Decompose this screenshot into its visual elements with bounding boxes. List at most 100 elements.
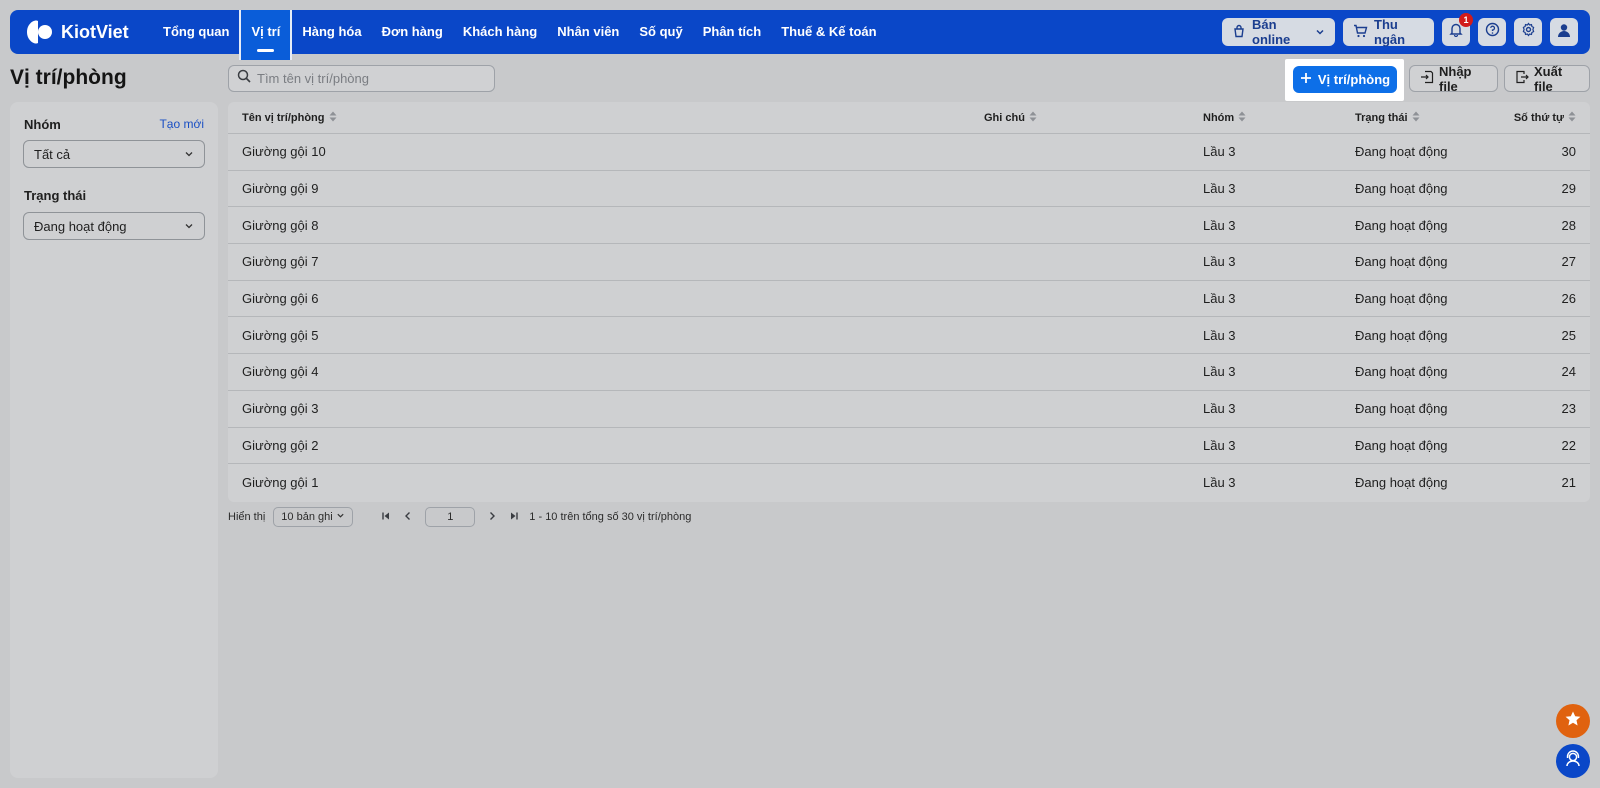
table-row[interactable]: Giường gội 1 Lầu 3 Đang hoạt động 21 — [228, 464, 1590, 501]
cell-order: 29 — [1561, 181, 1576, 197]
search-icon — [237, 69, 251, 88]
sort-icon — [1029, 111, 1037, 125]
cell-group: Lầu 3 — [1203, 437, 1236, 453]
table-row[interactable]: Giường gội 6 Lầu 3 Đang hoạt động 26 — [228, 281, 1590, 318]
account-button[interactable] — [1550, 18, 1578, 46]
notification-badge: 1 — [1459, 13, 1473, 27]
nav-actions: Bán online Thu ngân 1 — [1222, 13, 1578, 47]
page-number-input[interactable]: 1 — [425, 507, 476, 527]
main-menu: Tổng quan Vị trí Hàng hóa Đơn hàng Khách… — [153, 10, 887, 60]
ban-online-button[interactable]: Bán online — [1222, 17, 1335, 47]
last-page-button[interactable] — [503, 507, 525, 527]
brand[interactable]: KiotViet — [23, 17, 153, 47]
header-status[interactable]: Trạng thái — [1355, 111, 1420, 125]
help-icon — [1485, 22, 1500, 42]
cell-group: Lầu 3 — [1203, 254, 1236, 270]
search-box[interactable] — [228, 65, 495, 92]
header-status-label: Trạng thái — [1355, 111, 1408, 124]
cell-status: Đang hoạt động — [1355, 291, 1448, 307]
nav-phan-tich[interactable]: Phân tích — [693, 10, 772, 54]
nav-khach-hang[interactable]: Khách hàng — [453, 10, 547, 54]
filter-sidebar: Nhóm Tạo mới Tất cả Trạng thái Đang hoạt… — [10, 102, 218, 778]
page-size-select[interactable]: 10 bản ghi — [273, 507, 354, 527]
nav-thue-ke-toan[interactable]: Thuế & Kế toán — [771, 10, 886, 54]
header-order[interactable]: Số thứ tự — [1514, 111, 1576, 125]
sort-icon — [1412, 111, 1420, 125]
cell-order: 24 — [1561, 364, 1576, 380]
next-page-button[interactable] — [481, 507, 503, 527]
table-row[interactable]: Giường gội 10 Lầu 3 Đang hoạt động 30 — [228, 134, 1590, 171]
cell-order: 23 — [1561, 401, 1576, 417]
thu-ngan-label: Thu ngân — [1374, 17, 1406, 47]
table-row[interactable]: Giường gội 2 Lầu 3 Đang hoạt động 22 — [228, 428, 1590, 465]
nav-so-quy[interactable]: Số quỹ — [629, 10, 692, 54]
search-input[interactable] — [257, 71, 477, 86]
table-row[interactable]: Giường gội 4 Lầu 3 Đang hoạt động 24 — [228, 354, 1590, 391]
create-group-link[interactable]: Tạo mới — [159, 117, 204, 131]
sort-icon — [1568, 111, 1576, 125]
table-row[interactable]: Giường gội 9 Lầu 3 Đang hoạt động 29 — [228, 171, 1590, 208]
status-select-value: Đang hoạt động — [34, 218, 127, 234]
favorite-fab[interactable] — [1556, 704, 1590, 738]
thu-ngan-button[interactable]: Thu ngân — [1343, 17, 1434, 47]
kiotviet-logo-icon — [23, 17, 53, 47]
cell-name: Giường gội 8 — [242, 217, 319, 233]
cell-status: Đang hoạt động — [1355, 181, 1448, 197]
table-row[interactable]: Giường gội 5 Lầu 3 Đang hoạt động 25 — [228, 317, 1590, 355]
cell-order: 30 — [1561, 144, 1576, 160]
top-navbar: KiotViet Tổng quan Vị trí Hàng hóa Đơn h… — [10, 10, 1590, 60]
chevron-down-icon — [184, 219, 194, 234]
export-file-label: Xuất file — [1534, 63, 1563, 94]
add-location-button[interactable]: Vị trí/phòng — [1293, 66, 1397, 93]
nav-hang-hoa[interactable]: Hàng hóa — [292, 10, 371, 54]
status-filter-label: Trạng thái — [24, 188, 87, 203]
cell-order: 22 — [1561, 437, 1576, 453]
group-select[interactable]: Tất cả — [23, 140, 205, 168]
cell-group: Lầu 3 — [1203, 291, 1236, 307]
chevron-down-icon — [1315, 25, 1325, 40]
cell-status: Đang hoạt động — [1355, 475, 1448, 491]
cell-status: Đang hoạt động — [1355, 327, 1448, 343]
table-row[interactable]: Giường gội 7 Lầu 3 Đang hoạt động 27 — [228, 244, 1590, 281]
settings-button[interactable] — [1514, 18, 1542, 46]
gear-icon — [1521, 22, 1536, 42]
cell-name: Giường gội 6 — [242, 291, 319, 307]
status-select[interactable]: Đang hoạt động — [23, 212, 205, 240]
notification-button[interactable]: 1 — [1442, 13, 1473, 46]
prev-page-button[interactable] — [397, 507, 419, 527]
cell-order: 21 — [1561, 475, 1576, 491]
cell-status: Đang hoạt động — [1355, 217, 1448, 233]
cell-name: Giường gội 9 — [242, 181, 319, 197]
chevron-down-icon — [336, 511, 345, 523]
cell-group: Lầu 3 — [1203, 144, 1236, 160]
nav-don-hang[interactable]: Đơn hàng — [372, 10, 453, 54]
table-row[interactable]: Giường gội 3 Lầu 3 Đang hoạt động 23 — [228, 391, 1590, 428]
header-note[interactable]: Ghi chú — [984, 111, 1037, 125]
cell-order: 28 — [1561, 217, 1576, 233]
nav-tong-quan[interactable]: Tổng quan — [153, 10, 239, 54]
export-file-button[interactable]: Xuất file — [1504, 63, 1590, 94]
cell-name: Giường gội 5 — [242, 327, 319, 343]
page-size-value: 10 bản ghi — [281, 511, 333, 523]
nav-vi-tri[interactable]: Vị trí — [239, 10, 293, 60]
import-file-button[interactable]: Nhập file — [1409, 63, 1498, 94]
table-header: Tên vị trí/phòng Ghi chú Nhóm Trạng thái… — [228, 102, 1590, 134]
cell-group: Lầu 3 — [1203, 181, 1236, 197]
cart-icon — [1353, 24, 1368, 41]
page-title: Vị trí/phòng — [10, 66, 127, 89]
header-group-label: Nhóm — [1203, 111, 1235, 124]
nav-nhan-vien[interactable]: Nhân viên — [547, 10, 629, 54]
header-group[interactable]: Nhóm — [1203, 111, 1246, 125]
cell-group: Lầu 3 — [1203, 475, 1236, 491]
import-file-label: Nhập file — [1439, 63, 1472, 94]
cell-name: Giường gội 3 — [242, 401, 319, 417]
pagination-summary: 1 - 10 trên tổng số 30 vị trí/phòng — [529, 511, 692, 523]
header-name[interactable]: Tên vị trí/phòng — [242, 111, 337, 125]
header-order-label: Số thứ tự — [1513, 111, 1564, 124]
help-button[interactable] — [1478, 18, 1506, 46]
first-page-button[interactable] — [375, 507, 397, 527]
cell-group: Lầu 3 — [1203, 401, 1236, 417]
table-row[interactable]: Giường gội 8 Lầu 3 Đang hoạt động 28 — [228, 207, 1590, 245]
support-fab[interactable] — [1556, 744, 1590, 778]
cell-status: Đang hoạt động — [1355, 364, 1448, 380]
